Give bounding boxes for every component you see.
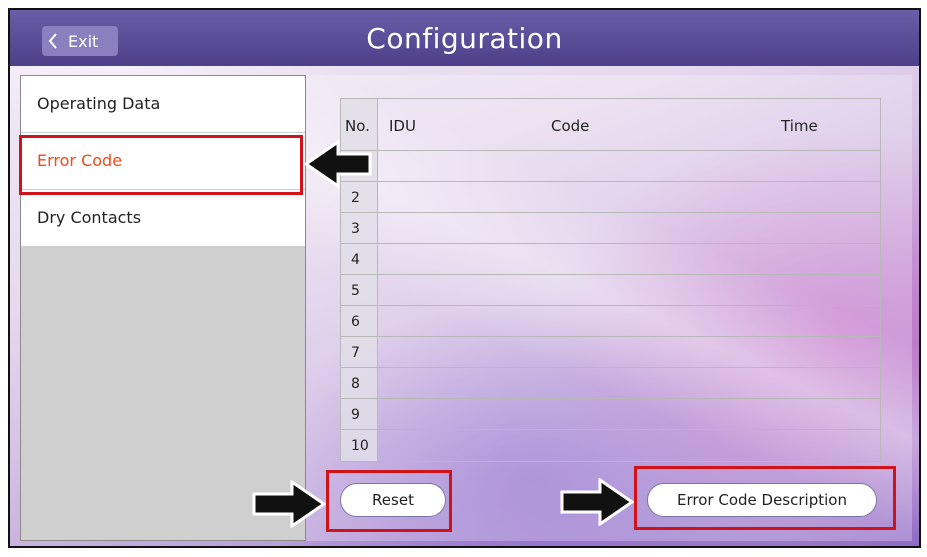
table-row: 6: [341, 306, 880, 337]
table-row: 7: [341, 337, 880, 368]
sidebar-item-label: Dry Contacts: [37, 208, 142, 227]
table-row: 9: [341, 399, 880, 430]
highlight-box-reset: [326, 470, 452, 532]
sidebar-item-label: Operating Data: [37, 94, 161, 113]
row-number: 10: [351, 438, 369, 454]
row-number: 4: [351, 252, 360, 268]
column-header-no: No.: [345, 117, 370, 135]
row-number: 9: [351, 407, 360, 423]
arrow-right-icon: [560, 478, 634, 526]
row-number: 8: [351, 376, 360, 392]
app-window: Exit Configuration Operating Data Error …: [8, 8, 921, 548]
row-number: 7: [351, 345, 360, 361]
table-row: 3: [341, 213, 880, 244]
table-row: 8: [341, 368, 880, 399]
column-header-idu: IDU: [389, 117, 416, 135]
table-row: 5: [341, 275, 880, 306]
sidebar-item-operating-data[interactable]: Operating Data: [21, 76, 305, 133]
title-bar: Exit Configuration: [10, 10, 919, 66]
row-number: 5: [351, 283, 360, 299]
row-number: 2: [351, 190, 360, 206]
arrow-right-icon: [252, 480, 326, 528]
column-header-code: Code: [551, 117, 590, 135]
table-row: 2: [341, 182, 880, 213]
error-code-table: No. IDU Code Time 1 2 3 4 5 6 7 8 9 10: [340, 98, 881, 462]
table-header: No. IDU Code Time: [341, 99, 880, 151]
arrow-left-icon: [304, 140, 372, 188]
table-row: 4: [341, 244, 880, 275]
column-header-time: Time: [781, 117, 818, 135]
highlight-box-description: [634, 466, 896, 530]
highlight-box-error-code: [19, 135, 303, 195]
table-row: 1: [341, 151, 880, 182]
row-number: 3: [351, 221, 360, 237]
row-number: 6: [351, 314, 360, 330]
sidebar-item-dry-contacts[interactable]: Dry Contacts: [21, 190, 305, 247]
page-title: Configuration: [366, 22, 563, 55]
table-row: 10: [341, 430, 880, 461]
